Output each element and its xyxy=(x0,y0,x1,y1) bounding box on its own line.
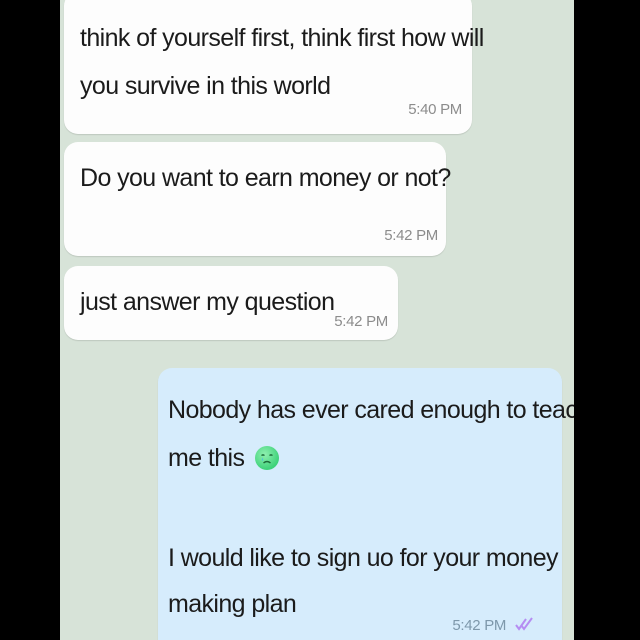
crying-face-emoji-icon xyxy=(254,446,279,470)
message-timestamp: 5:42 PM xyxy=(334,313,388,330)
message-timestamp: 5:42 PM xyxy=(452,617,507,634)
video-frame: think of yourself first, think first how… xyxy=(0,0,640,640)
message-text-line-with-emoji: me this xyxy=(168,440,279,476)
message-timestamp: 5:42 PM xyxy=(384,227,438,244)
message-text-line: Do you want to earn money or not? xyxy=(80,164,451,192)
message-text-line: I would like to sign uo for your money xyxy=(168,544,559,572)
incoming-message[interactable]: just answer my question 5:42 PM xyxy=(64,266,398,340)
incoming-message[interactable]: Do you want to earn money or not? 5:42 P… xyxy=(64,142,451,256)
message-text-line: making plan xyxy=(168,590,297,618)
double-check-read-icon xyxy=(514,610,534,640)
message-timestamp: 5:40 PM xyxy=(408,101,462,118)
outgoing-message[interactable]: Nobody has ever cared enough to teach me… xyxy=(158,368,574,640)
message-text: me this xyxy=(168,444,245,472)
message-timestamp-row: 5:42 PM xyxy=(452,608,534,640)
message-text-line: think of yourself first, think first how… xyxy=(80,24,484,52)
message-text-line: Nobody has ever cared enough to teach xyxy=(168,396,574,424)
incoming-message[interactable]: think of yourself first, think first how… xyxy=(64,0,484,134)
chat-thread[interactable]: think of yourself first, think first how… xyxy=(60,0,574,640)
message-text-line: just answer my question xyxy=(80,288,335,316)
message-text-line: you survive in this world xyxy=(80,72,331,100)
